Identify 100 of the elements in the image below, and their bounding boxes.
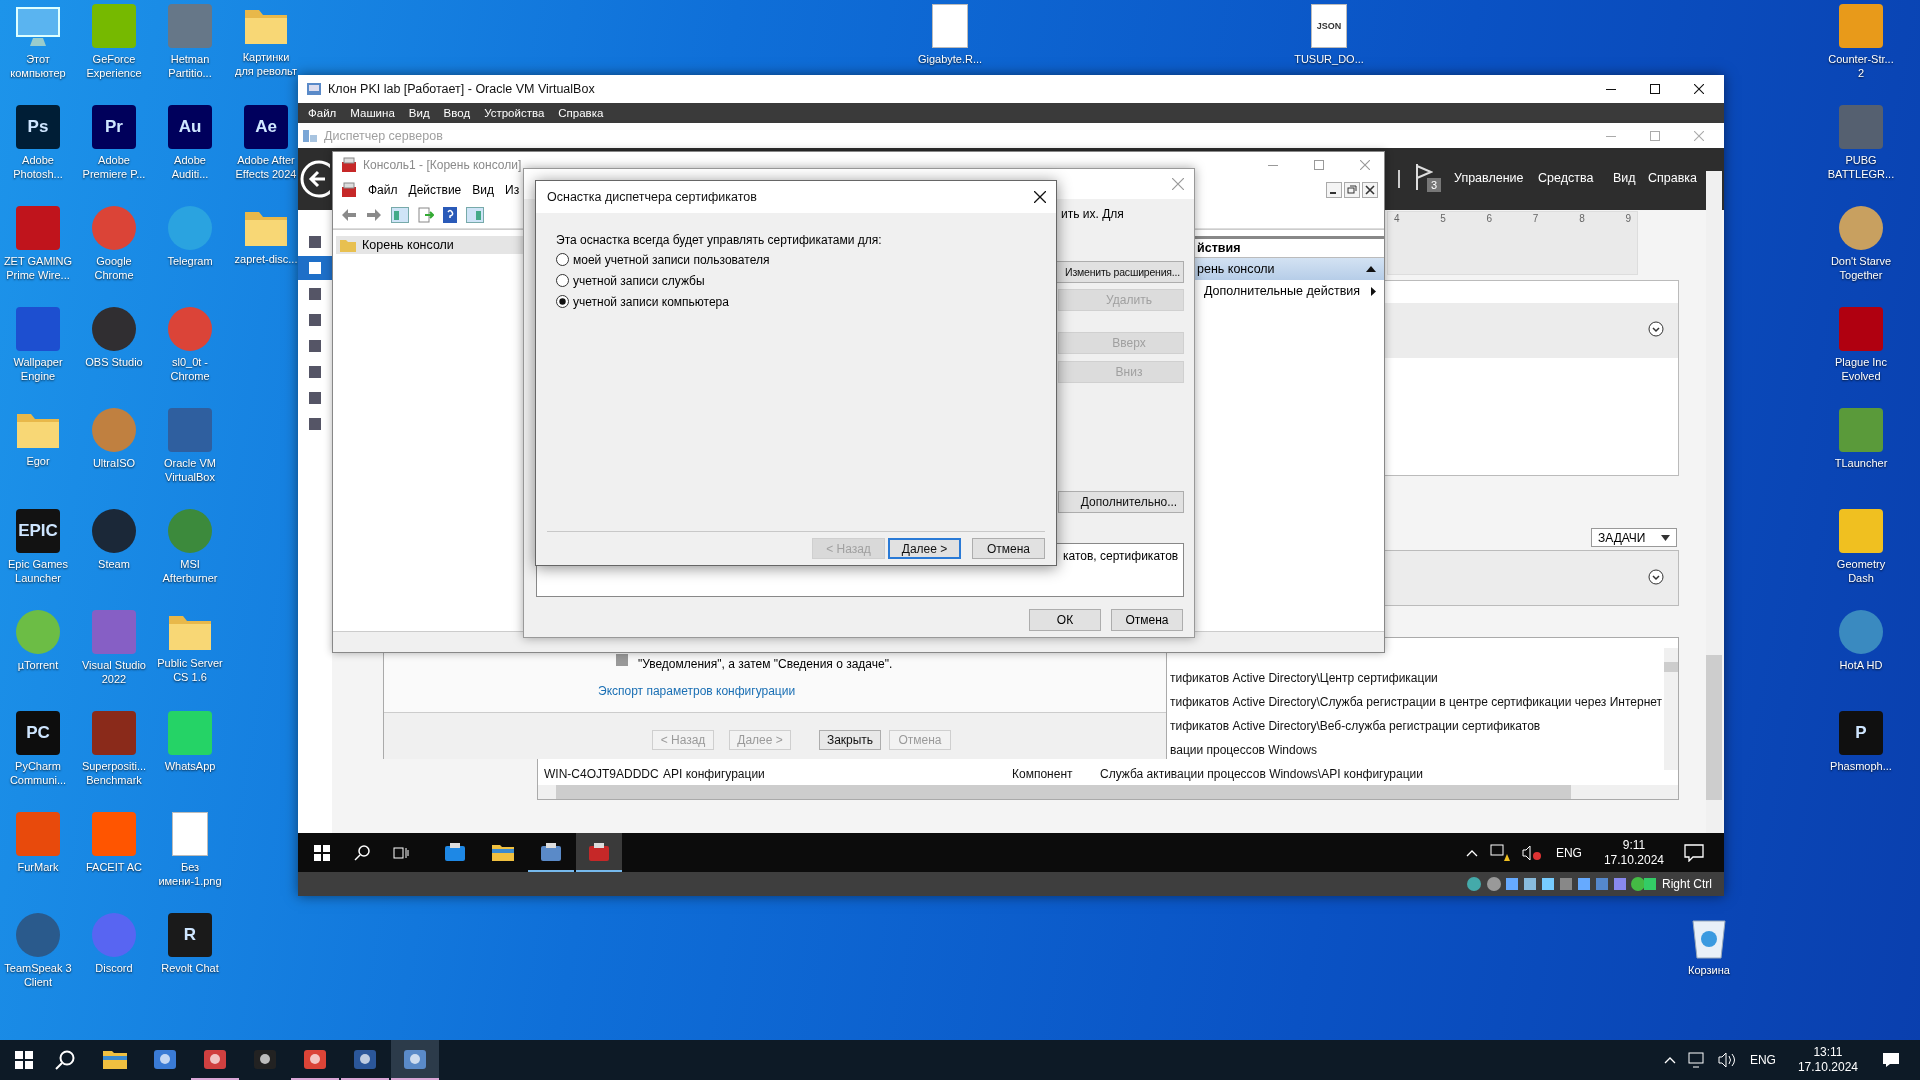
- taskbar-button[interactable]: [391, 1040, 439, 1080]
- tasks-dropdown[interactable]: ЗАДАЧИ: [1591, 528, 1677, 547]
- icon-label[interactable]: TeamSpeak 3 Client: [4, 961, 72, 989]
- wizard-button[interactable]: Закрыть: [819, 730, 881, 750]
- option-label[interactable]: учетной записи компьютера: [573, 294, 729, 309]
- network-warning-icon[interactable]: [1489, 843, 1510, 862]
- menu-item[interactable]: Вид: [472, 183, 494, 197]
- menu-item[interactable]: Файл: [368, 183, 398, 197]
- radio-button[interactable]: [556, 295, 569, 308]
- menu-item[interactable]: Машина: [350, 107, 395, 119]
- menu-item[interactable]: Ввод: [443, 107, 471, 119]
- start-icon[interactable]: [15, 1051, 33, 1069]
- icon-label[interactable]: OBS Studio: [85, 355, 143, 369]
- notifications-icon[interactable]: [1684, 843, 1704, 862]
- icon-label[interactable]: Counter-Str... 2: [1828, 52, 1894, 80]
- app-icon[interactable]: Ae: [244, 105, 288, 149]
- tree-item[interactable]: Корень консоли: [336, 236, 524, 254]
- option-label[interactable]: учетной записи службы: [573, 273, 705, 288]
- icon-label[interactable]: Plague Inc Evolved: [1835, 355, 1887, 383]
- icon-label[interactable]: Discord: [95, 961, 133, 975]
- icon-label[interactable]: Adobe After Effects 2024: [235, 153, 297, 181]
- language-indicator[interactable]: ENG: [1749, 1053, 1776, 1067]
- icon-label[interactable]: FACEIT AC: [85, 860, 142, 874]
- icon-label[interactable]: TLauncher: [1834, 456, 1888, 470]
- option-label[interactable]: моей учетной записи пользователя: [573, 252, 770, 267]
- icon-label[interactable]: Adobe Auditi...: [171, 153, 209, 181]
- close-icon[interactable]: [1694, 84, 1704, 94]
- icon-label[interactable]: Superpositi... Benchmark: [81, 759, 147, 787]
- dialog-button[interactable]: Дополнительно...: [1058, 491, 1184, 513]
- clock[interactable]: 9:11 17.10.2024: [1603, 837, 1664, 868]
- chevron-down-icon[interactable]: [1648, 569, 1664, 585]
- icon-label[interactable]: TUSUR_DO...: [1294, 52, 1364, 66]
- menu-item[interactable]: Справка: [558, 107, 604, 119]
- app-icon[interactable]: R: [168, 913, 212, 957]
- app-icon[interactable]: Pr: [92, 105, 136, 149]
- search-icon[interactable]: [354, 844, 370, 861]
- menu-item[interactable]: Из: [505, 183, 520, 197]
- app-icon[interactable]: [1839, 610, 1883, 654]
- icon-label[interactable]: Oracle VM VirtualBox: [164, 456, 216, 484]
- taskbar-button[interactable]: [576, 833, 622, 872]
- icon-label[interactable]: Visual Studio 2022: [82, 658, 146, 686]
- menu-item[interactable]: Управление: [1454, 171, 1524, 185]
- dialog-button[interactable]: Отмена: [972, 538, 1045, 559]
- task-view-icon[interactable]: [393, 844, 409, 861]
- minimize-icon[interactable]: [1326, 182, 1342, 198]
- menu-item[interactable]: Вид: [1613, 171, 1636, 185]
- icon-label[interactable]: HotA HD: [1839, 658, 1883, 672]
- chevron-down-icon[interactable]: [1648, 321, 1664, 337]
- muted-speaker-icon[interactable]: [1521, 844, 1542, 861]
- menu-item[interactable]: Устройства: [484, 107, 545, 119]
- menu-item[interactable]: Файл: [308, 107, 337, 119]
- icon-label[interactable]: MSI Afterburner: [162, 557, 218, 585]
- export-link[interactable]: Экспорт параметров конфигурации: [598, 684, 796, 698]
- clock[interactable]: 13:11 17.10.2024: [1797, 1045, 1858, 1075]
- menu-item[interactable]: Средства: [1538, 171, 1594, 185]
- icon-label[interactable]: Hetman Partitio...: [168, 52, 212, 80]
- app-icon[interactable]: Ps: [16, 105, 60, 149]
- file-icon[interactable]: JSON: [1311, 4, 1347, 48]
- app-icon[interactable]: PC: [16, 711, 60, 755]
- chevron-up-icon[interactable]: [1465, 848, 1478, 857]
- icon-label[interactable]: PyCharm Communi...: [9, 759, 67, 787]
- radio-button[interactable]: [556, 274, 569, 287]
- app-icon[interactable]: EPIC: [16, 509, 60, 553]
- app-icon[interactable]: P: [1839, 711, 1883, 755]
- icon-label[interactable]: WhatsApp: [164, 759, 216, 773]
- icon-label[interactable]: Public Server CS 1.6: [157, 656, 223, 684]
- speaker-icon[interactable]: [1717, 1052, 1736, 1068]
- language-indicator[interactable]: ENG: [1555, 845, 1582, 860]
- icon-label[interactable]: sl0_0t - Chrome: [170, 355, 210, 383]
- close-icon[interactable]: [1034, 191, 1046, 203]
- start-icon[interactable]: [314, 844, 330, 861]
- dialog-button[interactable]: Далее >: [888, 538, 961, 559]
- nav-item[interactable]: [298, 256, 332, 280]
- icon-label[interactable]: Geometry Dash: [1836, 557, 1886, 585]
- icon-label[interactable]: Без имени-1.png: [158, 860, 222, 888]
- panel-icon[interactable]: [466, 207, 484, 223]
- icon-label[interactable]: Корзина: [1688, 963, 1730, 977]
- menu-item[interactable]: Справка: [1648, 171, 1698, 185]
- radio-button[interactable]: [556, 253, 569, 266]
- panel-icon[interactable]: [391, 207, 409, 223]
- icon-label[interactable]: Steam: [98, 557, 130, 571]
- icon-label[interactable]: Don't Starve Together: [1830, 254, 1892, 282]
- icon-label[interactable]: Revolt Chat: [161, 961, 219, 975]
- forward-arrow-icon[interactable]: [366, 208, 382, 222]
- close-icon[interactable]: [1362, 182, 1378, 198]
- cancel-button[interactable]: Отмена: [1111, 609, 1183, 631]
- icon-label[interactable]: µTorrent: [17, 658, 59, 672]
- menu-item[interactable]: Вид: [408, 107, 430, 119]
- app-icon[interactable]: [1839, 206, 1883, 250]
- icon-label[interactable]: zapret-disc...: [234, 252, 298, 266]
- icon-label[interactable]: UltraISO: [92, 456, 136, 470]
- icon-label[interactable]: Google Chrome: [94, 254, 134, 282]
- back-arrow-icon[interactable]: [341, 208, 357, 222]
- network-icon[interactable]: [1687, 1052, 1706, 1068]
- icon-label[interactable]: Gigabyte.R...: [917, 52, 983, 66]
- icon-label[interactable]: Картинки для револьт: [235, 50, 297, 78]
- notifications-flag[interactable]: 3: [1415, 164, 1445, 196]
- icon-label[interactable]: Phasmoph...: [1830, 759, 1892, 773]
- action-item[interactable]: Дополнительные действия: [1194, 280, 1384, 302]
- help-icon[interactable]: [443, 207, 457, 223]
